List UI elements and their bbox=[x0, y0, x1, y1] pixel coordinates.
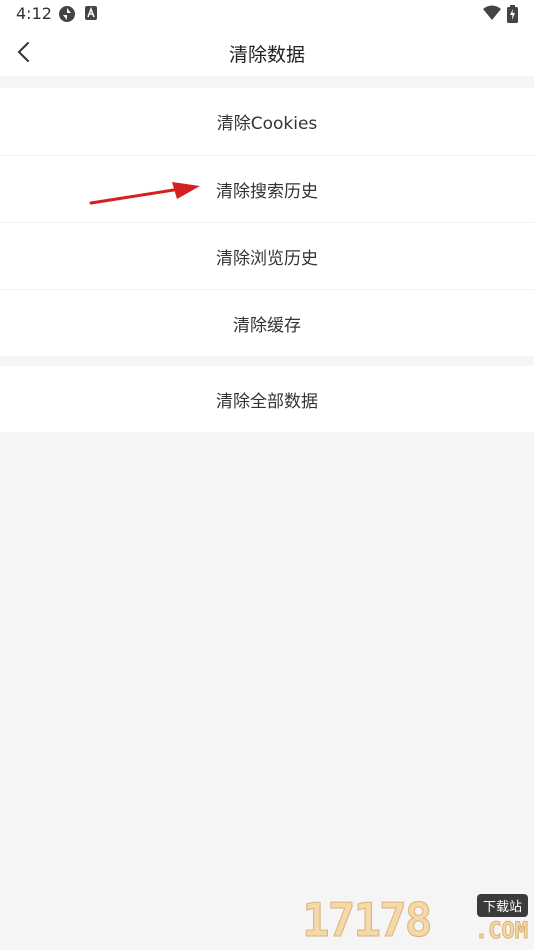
item-label: 清除全部数据 bbox=[216, 391, 318, 412]
watermark-badge: 下载站 bbox=[476, 894, 528, 917]
item-label: 清除缓存 bbox=[233, 315, 301, 336]
annotation-arrow bbox=[88, 180, 208, 214]
sync-icon bbox=[58, 5, 76, 27]
settings-group-1: 清除Cookies 清除搜索历史 清除浏览历史 清除缓存 bbox=[0, 88, 534, 356]
wifi-icon bbox=[483, 5, 501, 25]
page-title: 清除数据 bbox=[228, 44, 305, 66]
clear-cookies-item[interactable]: 清除Cookies bbox=[0, 88, 534, 155]
settings-group-2: 清除全部数据 bbox=[0, 366, 534, 432]
battery-charging-icon bbox=[507, 5, 518, 27]
status-bar: 4:12 bbox=[0, 0, 534, 28]
watermark-suffix: .COM bbox=[475, 919, 529, 945]
item-label: 清除浏览历史 bbox=[216, 248, 318, 269]
status-time: 4:12 bbox=[16, 4, 52, 23]
watermark-digits: 17178 bbox=[301, 893, 432, 947]
watermark-logo: 17178 下载站 .COM bbox=[301, 893, 529, 947]
a-letter-icon bbox=[84, 5, 98, 25]
item-label: 清除搜索历史 bbox=[216, 181, 318, 202]
clear-search-history-item[interactable]: 清除搜索历史 bbox=[0, 155, 534, 222]
header: 清除数据 bbox=[0, 28, 534, 76]
item-label: 清除Cookies bbox=[216, 114, 318, 134]
clear-all-data-item[interactable]: 清除全部数据 bbox=[0, 366, 534, 432]
clear-browse-history-item[interactable]: 清除浏览历史 bbox=[0, 222, 534, 289]
clear-cache-item[interactable]: 清除缓存 bbox=[0, 289, 534, 356]
